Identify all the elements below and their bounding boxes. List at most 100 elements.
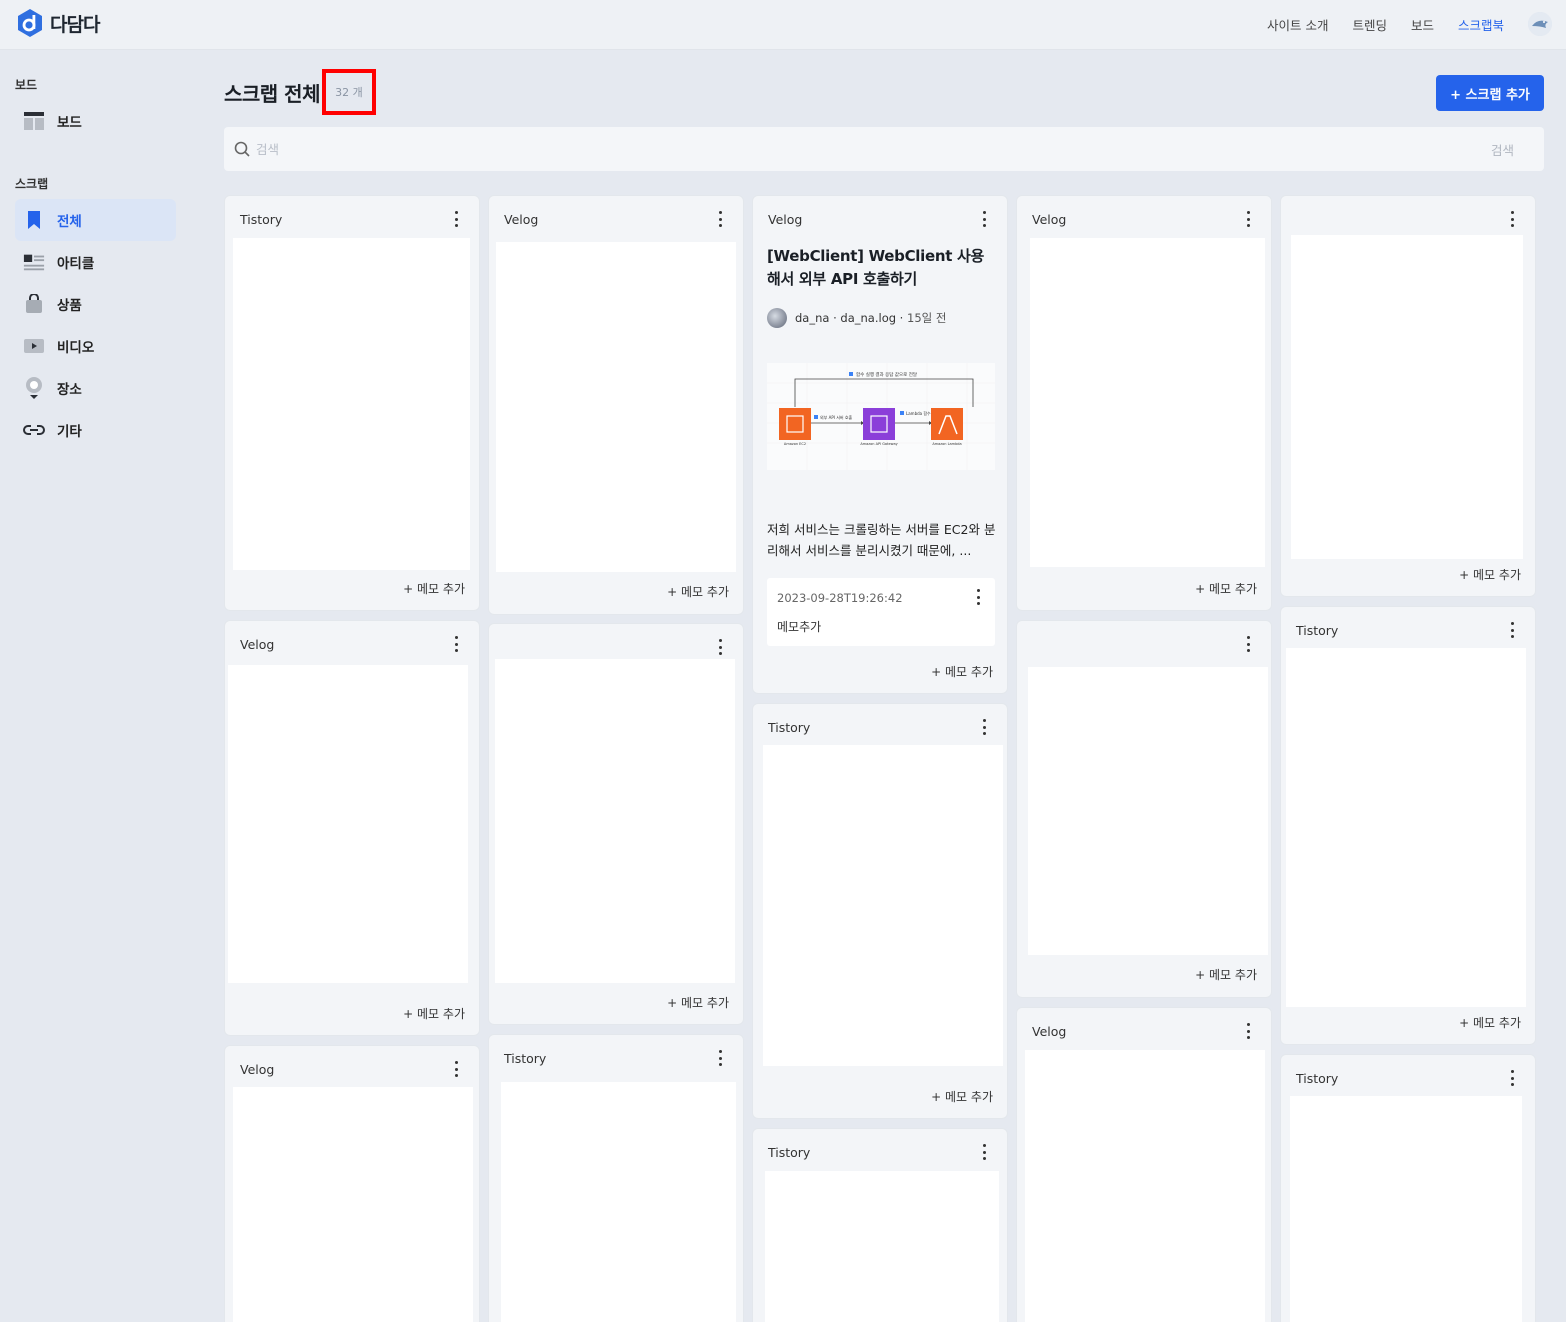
add-memo-button[interactable]: + 메모 추가 (931, 663, 993, 680)
memo-text[interactable]: 메모추가 (777, 618, 821, 635)
logo-icon (16, 8, 44, 38)
nav-about[interactable]: 사이트 소개 (1267, 15, 1328, 34)
card-source: Velog (1032, 212, 1067, 227)
scrap-card[interactable]: Tistory (752, 1128, 1008, 1322)
sidebar-item-label: 장소 (57, 382, 82, 398)
scrap-card[interactable]: Velog + 메모 추가 (488, 195, 744, 615)
scrap-card[interactable]: Tistory + 메모 추가 (224, 195, 480, 611)
card-preview (1286, 648, 1526, 1007)
more-options-icon[interactable] (717, 639, 723, 655)
sidebar-item-label: 상품 (57, 298, 82, 314)
top-bar: 다담다 사이트 소개 트렌딩 보드 스크랩북 (0, 0, 1566, 50)
scrap-card[interactable]: Velog (224, 1045, 480, 1322)
scrap-card[interactable]: Tistory (488, 1034, 744, 1322)
card-preview (1291, 235, 1523, 559)
sidebar-section-scrap: 스크랩 (15, 177, 49, 191)
more-options-icon[interactable] (981, 719, 987, 735)
add-memo-button[interactable]: + 메모 추가 (403, 1005, 465, 1022)
scrap-card[interactable]: Tistory + 메모 추가 (1280, 606, 1536, 1045)
sidebar-item-all[interactable]: 전체 (15, 199, 176, 241)
add-memo-button[interactable]: + 메모 추가 (667, 583, 729, 600)
add-memo-button[interactable]: + 메모 추가 (931, 1088, 993, 1105)
author-name: da_na (795, 311, 830, 325)
card-preview (763, 745, 1003, 1066)
nav-trending[interactable]: 트렌딩 (1352, 15, 1387, 34)
card-preview (495, 659, 735, 983)
add-memo-button[interactable]: + 메모 추가 (667, 994, 729, 1011)
scrap-card-article[interactable]: Velog [WebClient] WebClient 사용해서 외부 API … (752, 195, 1008, 694)
more-options-icon[interactable] (1245, 1023, 1251, 1039)
article-icon (23, 251, 45, 273)
memo-date: 2023-09-28T19:26:42 (777, 591, 903, 605)
diagram-node-ec2: Amazon EC2 (784, 442, 806, 446)
more-options-icon[interactable] (1509, 1070, 1515, 1086)
add-scrap-button[interactable]: + 스크랩 추가 (1436, 75, 1544, 111)
card-source: Tistory (768, 720, 811, 735)
video-icon (23, 335, 45, 357)
more-options-icon[interactable] (1509, 211, 1515, 227)
scrap-card[interactable]: Tistory (1280, 1054, 1536, 1322)
sidebar-item-label: 기타 (57, 424, 82, 440)
top-nav: 사이트 소개 트렌딩 보드 스크랩북 (1267, 12, 1552, 36)
more-options-icon[interactable] (453, 636, 459, 652)
card-source: Velog (768, 212, 803, 227)
card-preview (765, 1171, 999, 1322)
add-memo-button[interactable]: + 메모 추가 (1459, 566, 1521, 583)
sidebar-item-article[interactable]: 아티클 (15, 241, 176, 283)
card-preview (501, 1082, 736, 1322)
card-source: Velog (1032, 1024, 1067, 1039)
nav-scrapbook[interactable]: 스크랩북 (1458, 15, 1504, 34)
add-memo-button[interactable]: + 메모 추가 (1195, 580, 1257, 597)
more-options-icon[interactable] (981, 1144, 987, 1160)
sidebar-item-label: 아티클 (57, 256, 95, 272)
card-preview (496, 242, 736, 572)
post-time: 15일 전 (907, 311, 947, 325)
logo[interactable]: 다담다 (16, 8, 100, 38)
card-preview (233, 238, 470, 570)
card-source: Tistory (240, 212, 283, 227)
add-memo-button[interactable]: + 메모 추가 (1459, 1014, 1521, 1031)
scrap-card[interactable]: Velog + 메모 추가 (1016, 195, 1272, 611)
logo-text: 다담다 (50, 13, 100, 36)
card-source: Velog (240, 637, 275, 652)
more-options-icon[interactable] (1245, 211, 1251, 227)
sidebar-item-video[interactable]: 비디오 (15, 325, 176, 367)
card-preview (1290, 1096, 1522, 1322)
memo-options-icon[interactable] (975, 589, 981, 605)
more-options-icon[interactable] (717, 1050, 723, 1066)
link-icon (23, 419, 45, 441)
card-preview (1028, 667, 1268, 955)
scrap-card[interactable]: + 메모 추가 (1280, 195, 1536, 597)
search-input[interactable] (256, 141, 1456, 157)
card-source: Tistory (768, 1145, 811, 1160)
more-options-icon[interactable] (1245, 636, 1251, 652)
scrap-count: 32 개 (321, 69, 376, 115)
more-options-icon[interactable] (1509, 622, 1515, 638)
blog-name: da_na.log (840, 311, 897, 325)
scrap-card[interactable]: Tistory + 메모 추가 (752, 703, 1008, 1119)
diagram-top-label: 함수 실행 결과 응답 값으로 전달 (856, 371, 917, 378)
post-title[interactable]: [WebClient] WebClient 사용해서 외부 API 호출하기 (767, 245, 995, 291)
more-options-icon[interactable] (981, 211, 987, 227)
sidebar-item-etc[interactable]: 기타 (15, 409, 176, 451)
nav-board[interactable]: 보드 (1411, 15, 1434, 34)
post-thumbnail: 함수 실행 결과 응답 값으로 전달 Amazon EC2 외부 API 서버 … (767, 363, 995, 470)
add-memo-button[interactable]: + 메모 추가 (1195, 966, 1257, 983)
sidebar-item-place[interactable]: 장소 (15, 367, 176, 409)
search-button[interactable]: 검색 (1491, 140, 1514, 159)
search-bar: 검색 (224, 127, 1544, 171)
add-memo-button[interactable]: + 메모 추가 (403, 580, 465, 597)
more-options-icon[interactable] (453, 211, 459, 227)
scrap-card[interactable]: Velog (1016, 1007, 1272, 1322)
sidebar-section-board: 보드 (15, 78, 38, 92)
sidebar-item-board[interactable]: 보드 (15, 100, 176, 142)
scrap-card[interactable]: Velog + 메모 추가 (224, 620, 480, 1036)
sidebar: 보드 보드 스크랩 전체 아티클 상품 비디오 장소 기타 (0, 50, 195, 1322)
sidebar-item-product[interactable]: 상품 (15, 283, 176, 325)
user-avatar[interactable] (1528, 12, 1552, 36)
scrap-card[interactable]: + 메모 추가 (488, 623, 744, 1025)
search-icon (234, 141, 250, 157)
more-options-icon[interactable] (453, 1061, 459, 1077)
scrap-card[interactable]: + 메모 추가 (1016, 620, 1272, 998)
more-options-icon[interactable] (717, 211, 723, 227)
